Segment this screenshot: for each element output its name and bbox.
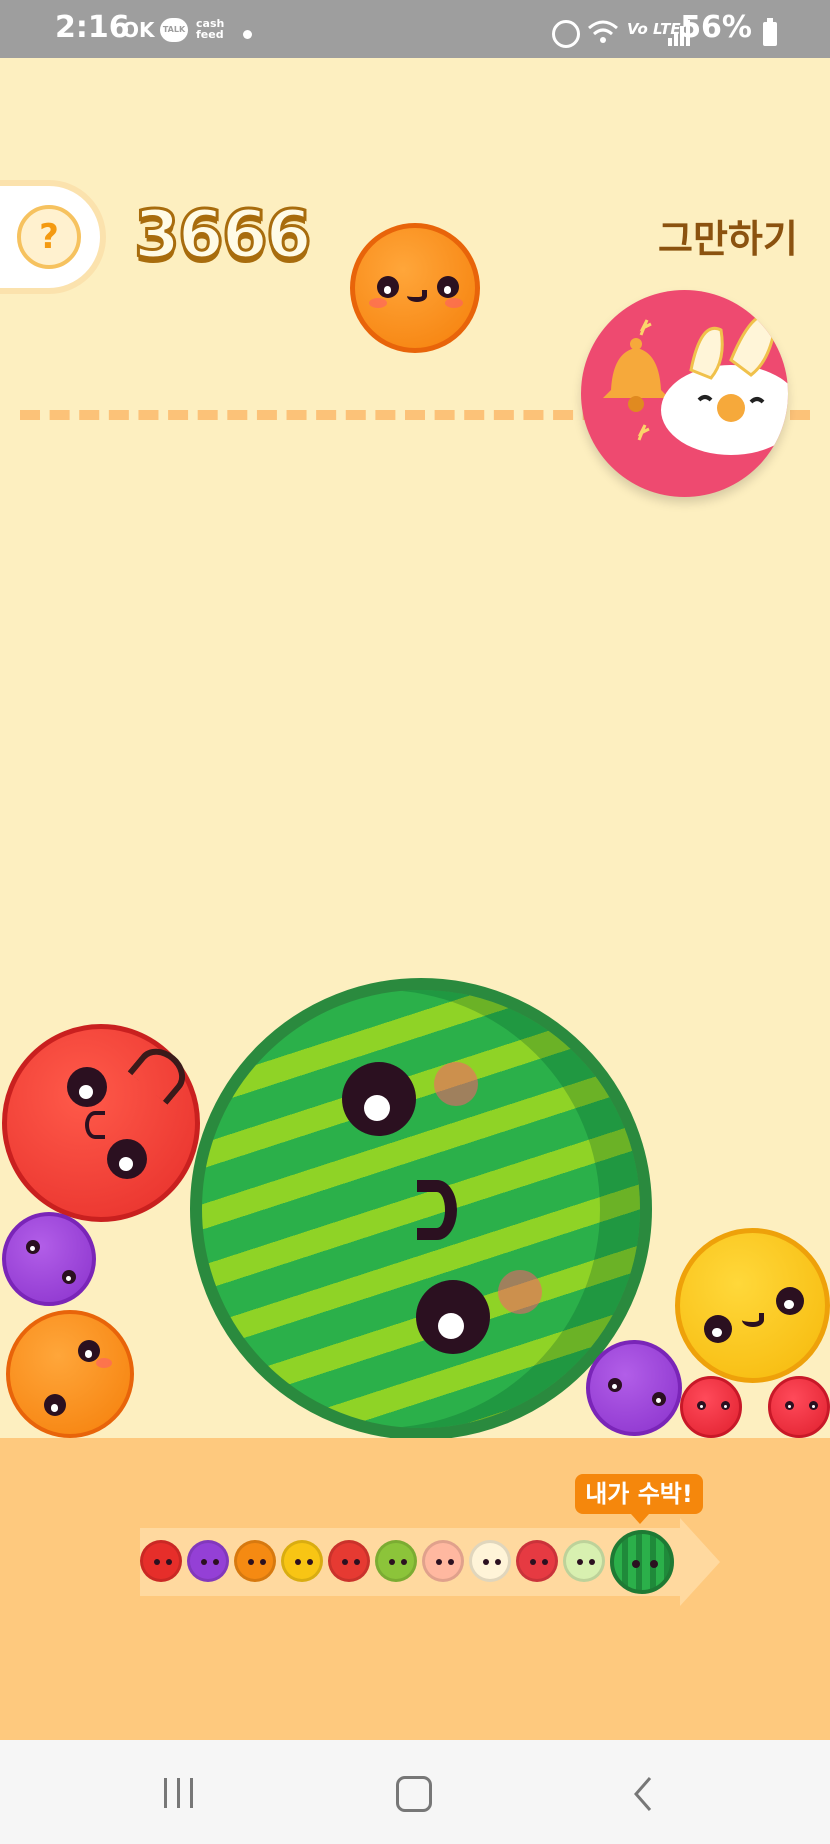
fruit-lemon — [675, 1228, 830, 1383]
fruit-eye — [721, 1401, 730, 1410]
evolution-grape — [187, 1540, 229, 1582]
evolution-cherry — [140, 1540, 182, 1582]
evolution-melon — [563, 1540, 605, 1582]
quit-button[interactable]: 그만하기 — [658, 208, 798, 263]
fruit-eye — [377, 276, 399, 298]
current-fruit-orange[interactable] — [350, 223, 480, 353]
fruit-blush — [498, 1270, 542, 1314]
fruit-eye — [785, 1401, 794, 1410]
alarm-icon — [552, 20, 580, 48]
fruit-eye — [342, 1062, 416, 1136]
fruit-grape — [586, 1340, 682, 1436]
fruit-eye — [107, 1139, 147, 1179]
wifi-icon — [588, 20, 618, 43]
help-icon: ? — [17, 205, 81, 269]
fruit-blush — [96, 1358, 112, 1368]
fruit-eye — [608, 1378, 622, 1392]
fruit-blush — [445, 298, 463, 308]
ad-bubble-button[interactable] — [581, 290, 788, 497]
fruit-eye — [697, 1401, 706, 1410]
fruit-stem — [127, 1039, 195, 1105]
fruit-mouth — [407, 290, 427, 302]
fruit-eye — [44, 1394, 66, 1416]
score-display: 3666 — [133, 195, 314, 275]
notification-dot-icon — [243, 30, 252, 39]
fruit-cherry — [680, 1376, 742, 1438]
fruit-eye — [437, 276, 459, 298]
recents-icon[interactable] — [162, 1778, 196, 1808]
fruit-eye — [62, 1270, 76, 1284]
cashfeed-icon: cash feed — [196, 17, 225, 41]
evolution-watermelon — [610, 1530, 674, 1594]
game-board[interactable]: ? 3666 그만하기 — [0, 58, 830, 1438]
fruit-mouth — [742, 1313, 764, 1327]
fruit-eye — [78, 1340, 100, 1362]
status-bar: 2:16 OK TALK cash feed Vo LTE 56% — [0, 0, 830, 58]
fruit-watermelon — [190, 978, 652, 1438]
evolution-pear — [469, 1540, 511, 1582]
home-icon[interactable] — [396, 1776, 432, 1812]
fruit-grape — [2, 1212, 96, 1306]
fruit-eye — [704, 1315, 732, 1343]
status-time: 2:16 — [55, 10, 130, 45]
evolution-apple — [328, 1540, 370, 1582]
evolution-lemon — [281, 1540, 323, 1582]
fruit-eye — [652, 1392, 666, 1406]
battery-icon — [763, 18, 777, 46]
system-nav-bar — [0, 1740, 830, 1844]
fruit-eye — [416, 1280, 490, 1354]
evolution-peach — [422, 1540, 464, 1582]
evolution-orange — [234, 1540, 276, 1582]
back-icon[interactable] — [632, 1776, 654, 1812]
kakaotalk-icon: TALK — [160, 18, 188, 42]
fruit-blush — [369, 298, 387, 308]
fruit-blush — [434, 1062, 478, 1106]
fruit-cherry — [768, 1376, 830, 1438]
bell-cat-icon — [603, 313, 788, 455]
help-button[interactable]: ? — [0, 180, 106, 294]
fruit-eye — [776, 1287, 804, 1315]
evolution-kiwi — [375, 1540, 417, 1582]
fruit-apple — [2, 1024, 200, 1222]
evolution-tomato — [516, 1540, 558, 1582]
fruit-eye — [67, 1067, 107, 1107]
fruit-mouth — [85, 1111, 105, 1139]
fruit-orange — [6, 1310, 134, 1438]
watermelon-goal-badge: 내가 수박! — [575, 1474, 703, 1524]
fruit-eye — [809, 1401, 818, 1410]
fruit-mouth — [417, 1180, 457, 1240]
fruit-eye — [26, 1240, 40, 1254]
ok-icon: OK — [122, 18, 155, 42]
battery-percent: 56% — [680, 10, 752, 45]
